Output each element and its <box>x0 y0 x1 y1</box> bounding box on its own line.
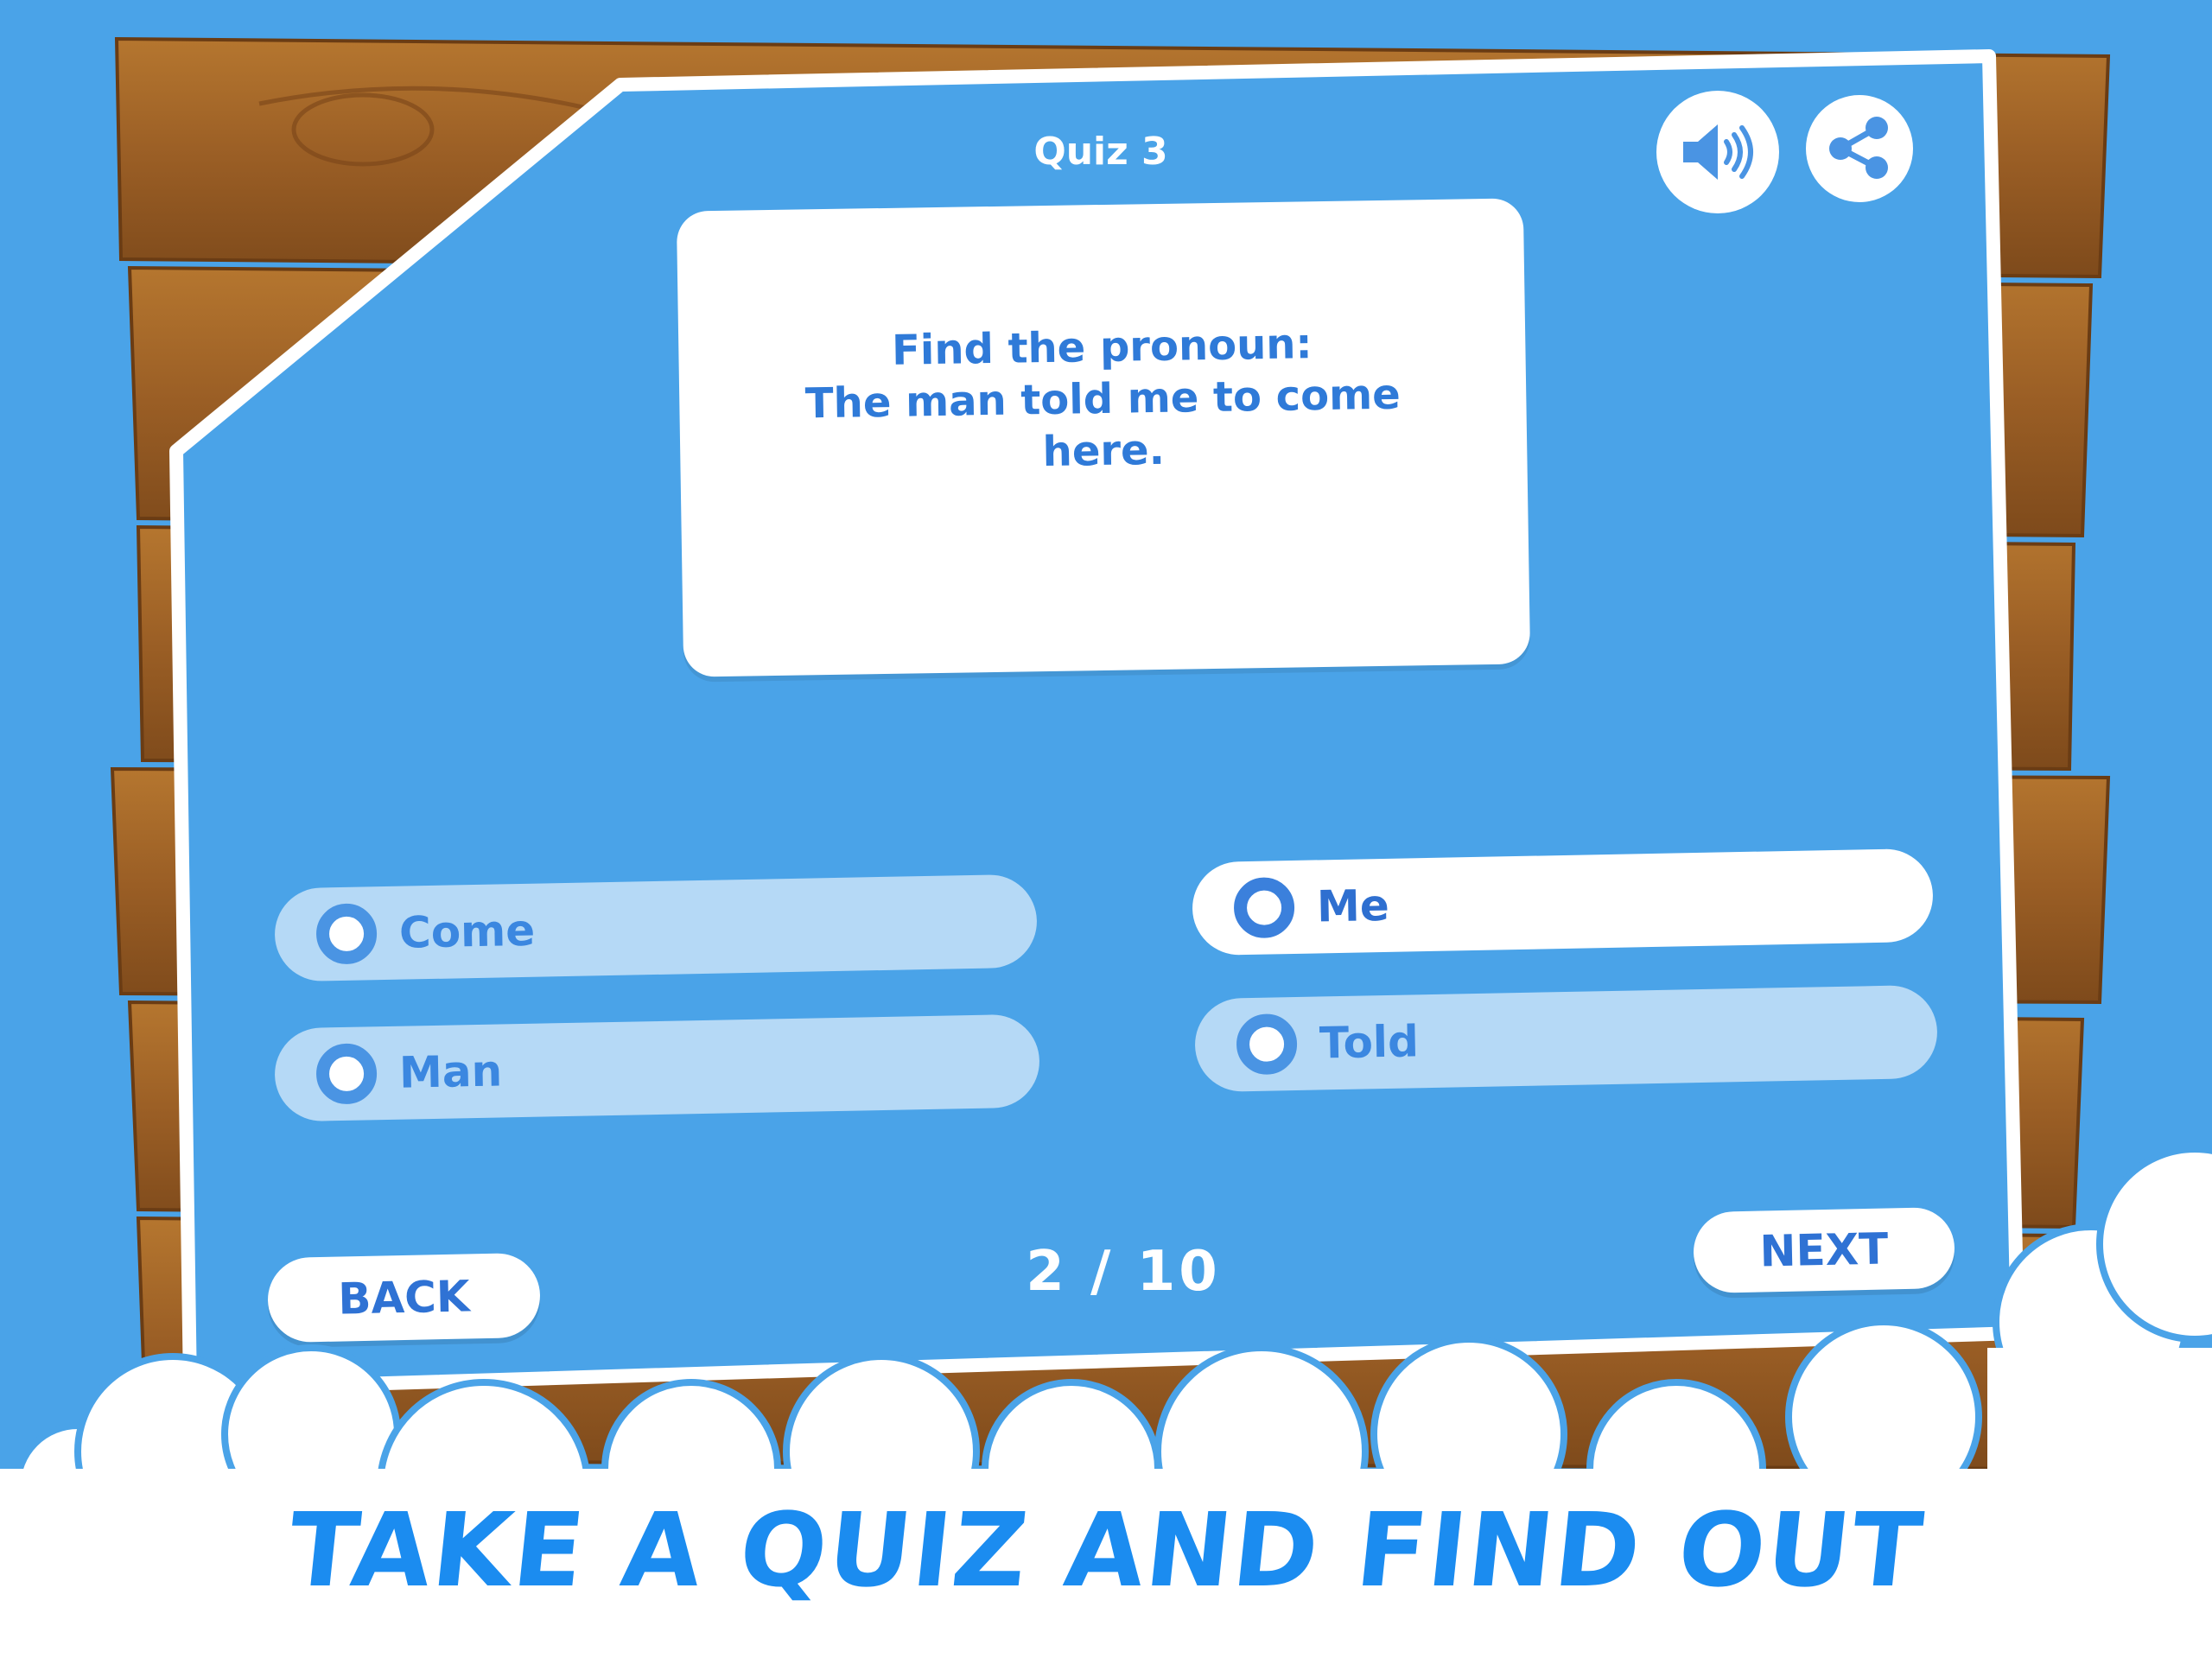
tagline: TAKE A QUIZ AND FIND OUT <box>283 1490 1929 1610</box>
clouds-decoration <box>0 1146 2212 1658</box>
